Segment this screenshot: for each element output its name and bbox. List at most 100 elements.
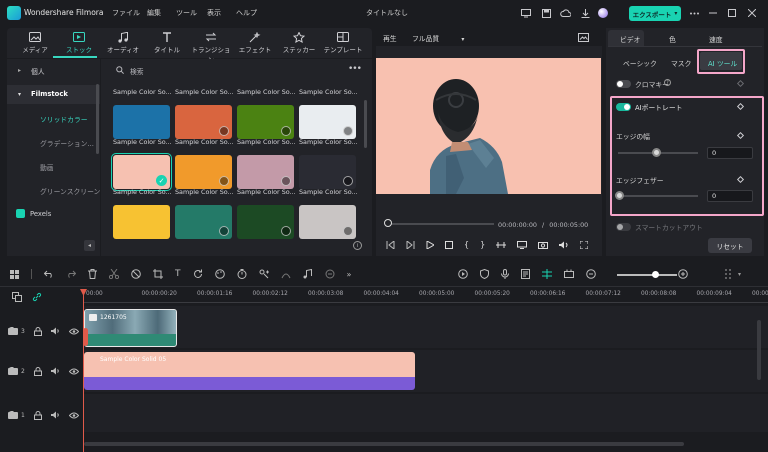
color-card[interactable] (175, 105, 232, 139)
collapse-sidebar-button[interactable]: ◂ (84, 240, 95, 251)
layout-grid-icon[interactable] (724, 268, 732, 280)
tool-template[interactable]: テンプレート (323, 30, 363, 54)
stop-icon[interactable] (445, 240, 453, 249)
sidebar-item-green-screen[interactable]: グリーンスクリーン (40, 186, 100, 196)
color-card[interactable] (299, 105, 356, 139)
mute-icon[interactable] (50, 327, 60, 335)
lock-icon[interactable] (33, 326, 42, 336)
seek-handle[interactable] (384, 219, 392, 227)
sidebar-item-personal[interactable]: 個人 (31, 66, 45, 76)
palette-icon[interactable] (214, 269, 225, 279)
link-icon[interactable] (32, 292, 42, 302)
sidebar-item-pexels[interactable]: Pexels (30, 210, 51, 218)
eye-icon[interactable] (68, 368, 79, 375)
color-card[interactable] (113, 105, 170, 139)
tab-speed[interactable]: 速度 (709, 34, 723, 44)
tool-media[interactable]: メディア (15, 30, 55, 54)
download-icon[interactable] (580, 8, 590, 18)
color-card[interactable] (299, 205, 356, 239)
tool-sticker[interactable]: ステッカー (279, 30, 319, 54)
tool-effect[interactable]: エフェクト (235, 30, 275, 54)
close-icon[interactable] (747, 8, 757, 18)
tab-video[interactable]: ビデオ (620, 34, 640, 44)
minimize-icon[interactable] (708, 8, 718, 18)
text-icon[interactable]: T (175, 269, 181, 279)
chevron-down-icon[interactable]: ▾ (738, 271, 741, 278)
tab-color[interactable]: 色 (669, 34, 676, 44)
search-input[interactable]: 検索 (130, 66, 144, 76)
render-icon[interactable] (458, 269, 468, 279)
reset-button[interactable]: リセット (708, 238, 752, 253)
eye-icon[interactable] (68, 328, 79, 335)
mute-icon[interactable] (50, 367, 60, 375)
library-scrollbar[interactable] (364, 100, 367, 148)
color-card[interactable] (237, 205, 294, 239)
disable-icon[interactable] (131, 269, 141, 279)
playhead[interactable] (83, 290, 84, 452)
add-track-icon[interactable] (12, 292, 22, 302)
video-clip[interactable]: 1261705 (84, 309, 177, 347)
more-tools-icon[interactable]: » (347, 270, 352, 279)
preview-canvas[interactable] (376, 58, 601, 194)
tool-audio[interactable]: オーディオ (103, 30, 143, 54)
lock-icon[interactable] (33, 366, 42, 376)
color-card[interactable] (237, 155, 294, 189)
cloud-icon[interactable] (560, 8, 571, 18)
audio-stretch-icon[interactable] (325, 269, 335, 279)
menu-help[interactable]: ヘルプ (236, 8, 257, 18)
cut-icon[interactable] (109, 269, 119, 279)
sidebar-item-video[interactable]: 動画 (40, 162, 54, 172)
shield-icon[interactable] (480, 269, 489, 279)
volume-icon[interactable] (559, 241, 569, 249)
color-card[interactable]: ✓ (111, 153, 172, 191)
info-icon[interactable]: i (353, 241, 362, 250)
snapshot-icon[interactable] (578, 33, 589, 42)
snap-icon[interactable] (542, 269, 552, 279)
export-button[interactable]: エクスポート ▾ (629, 6, 681, 21)
maximize-icon[interactable] (727, 8, 737, 18)
camera-icon[interactable] (538, 241, 549, 249)
help-icon[interactable]: ? (664, 79, 671, 86)
beat-icon[interactable] (303, 269, 313, 279)
edge-feather-handle[interactable] (615, 191, 624, 200)
crop-icon[interactable] (153, 269, 163, 279)
color-card[interactable] (175, 205, 232, 239)
chroma-key-toggle[interactable] (616, 80, 631, 88)
color-card[interactable] (175, 155, 232, 189)
playback-range-icon[interactable] (496, 241, 507, 249)
tool-title[interactable]: タイトル (147, 30, 187, 54)
marker-icon[interactable] (564, 269, 574, 279)
voiceover-icon[interactable] (521, 269, 530, 279)
fullscreen-icon[interactable] (580, 240, 589, 249)
edge-width-input[interactable]: 0 (707, 147, 753, 159)
zoom-slider-handle[interactable] (652, 271, 659, 278)
play-icon[interactable] (426, 240, 434, 249)
delete-icon[interactable] (88, 269, 97, 279)
timer-icon[interactable] (237, 269, 247, 279)
next-frame-icon[interactable] (406, 240, 415, 249)
sidebar-item-solid-color[interactable]: ソリッドカラー (40, 114, 88, 124)
microphone-icon[interactable] (501, 269, 509, 279)
color-card[interactable] (299, 155, 356, 189)
more-dots-icon[interactable] (689, 8, 699, 18)
timeline-h-scrollbar[interactable] (84, 442, 684, 446)
sidebar-item-gradation[interactable]: グラデーション... (40, 138, 94, 148)
edge-width-handle[interactable] (652, 148, 661, 157)
menu-view[interactable]: 表示 (207, 8, 221, 18)
prev-frame-icon[interactable] (386, 240, 395, 249)
eye-icon[interactable] (68, 412, 79, 419)
more-options-icon[interactable]: ••• (348, 64, 362, 74)
subtab-basic[interactable]: ベーシック (623, 58, 657, 68)
monitor-icon[interactable] (521, 8, 531, 18)
quality-select[interactable]: フル品質 ▾ (412, 33, 464, 43)
sidebar-item-filmstock[interactable]: Filmstock (31, 90, 68, 98)
timeline-v-scrollbar[interactable] (757, 320, 761, 380)
lock-icon[interactable] (33, 410, 42, 420)
subtab-mask[interactable]: マスク (671, 58, 691, 68)
color-card[interactable] (113, 205, 170, 239)
ai-portrait-toggle[interactable] (616, 103, 631, 111)
zoom-in-icon[interactable] (678, 269, 688, 279)
sidebar-scrollbar[interactable] (96, 84, 99, 154)
grid-icon[interactable] (10, 269, 19, 279)
smart-cutout-toggle[interactable] (616, 223, 631, 231)
